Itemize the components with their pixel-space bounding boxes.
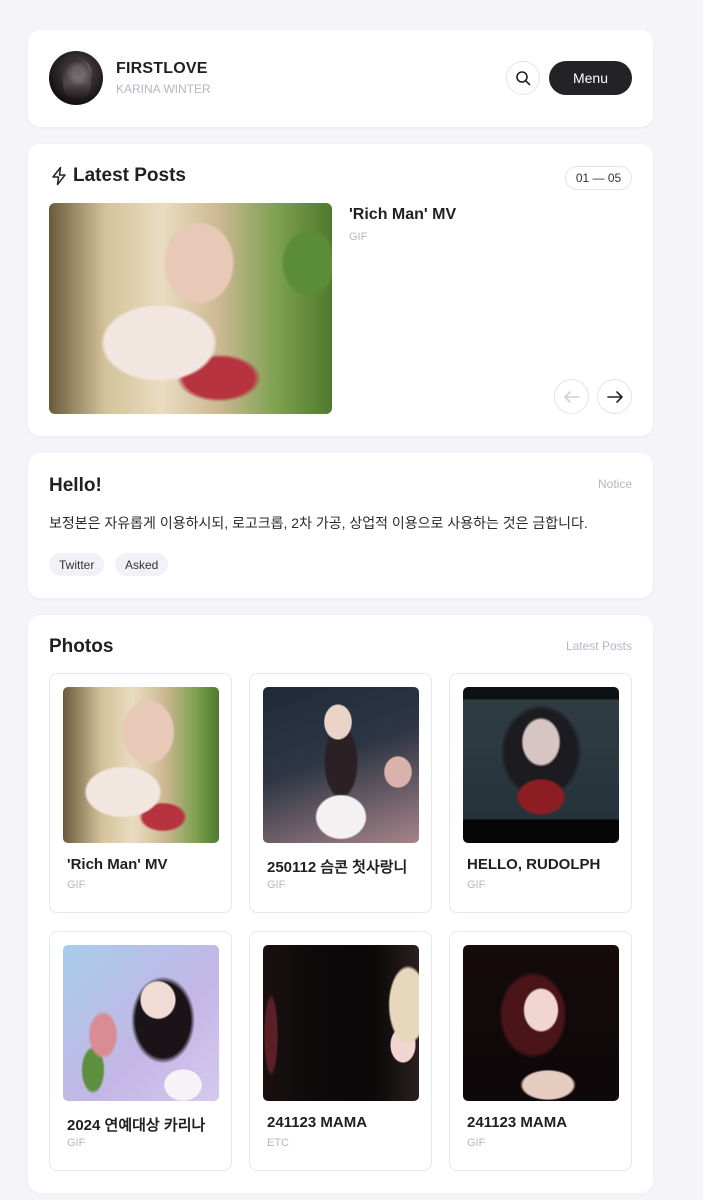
featured-post-image[interactable] — [49, 203, 332, 414]
site-title[interactable]: FIRSTLOVE — [116, 60, 208, 78]
photo-title[interactable]: 2024 연예대상 카리나 — [67, 1114, 205, 1135]
photo-thumbnail[interactable] — [63, 945, 219, 1101]
search-button[interactable] — [506, 61, 540, 95]
next-post-button[interactable] — [597, 379, 632, 414]
photo-card[interactable]: 250112 슴콘 첫사랑니 GIF — [249, 673, 432, 913]
photo-type: GIF — [267, 879, 286, 891]
photos-title: Photos — [49, 636, 114, 657]
photo-thumbnail[interactable] — [63, 687, 219, 843]
photo-card[interactable]: 241123 MAMA GIF — [449, 931, 632, 1171]
photo-card[interactable]: 2024 연예대상 카리나 GIF — [49, 931, 232, 1171]
prev-post-button[interactable] — [554, 379, 589, 414]
photo-type: GIF — [467, 879, 486, 891]
site-header: FIRSTLOVE KARINA WINTER Menu — [28, 30, 653, 127]
photo-title[interactable]: 'Rich Man' MV — [67, 856, 167, 873]
latest-posts-link[interactable]: Latest Posts — [566, 639, 632, 653]
photo-thumbnail[interactable] — [263, 687, 419, 843]
latest-posts-title: Latest Posts — [73, 165, 186, 186]
notice-section: Hello! Notice 보정본은 자유롭게 이용하시되, 로고크롭, 2차 … — [28, 453, 653, 598]
photo-thumbnail[interactable] — [463, 945, 619, 1101]
menu-button[interactable]: Menu — [549, 61, 632, 95]
photo-title[interactable]: 241123 MAMA — [267, 1114, 367, 1131]
photos-section: Photos Latest Posts 'Rich Man' MV GIF 25… — [28, 615, 653, 1193]
photo-card[interactable]: 'Rich Man' MV GIF — [49, 673, 232, 913]
notice-title: Hello! — [49, 475, 102, 496]
featured-post-type: GIF — [349, 231, 368, 243]
photo-title[interactable]: 241123 MAMA — [467, 1114, 567, 1131]
photo-title[interactable]: HELLO, RUDOLPH — [467, 856, 600, 873]
photo-type: GIF — [467, 1137, 486, 1149]
photo-thumbnail[interactable] — [463, 687, 619, 843]
notice-label[interactable]: Notice — [598, 477, 632, 491]
avatar[interactable] — [49, 51, 103, 105]
photo-title[interactable]: 250112 슴콘 첫사랑니 — [267, 856, 407, 877]
arrow-right-icon — [606, 390, 623, 403]
notice-body: 보정본은 자유롭게 이용하시되, 로고크롭, 2차 가공, 상업적 이용으로 사… — [49, 515, 588, 531]
tag-asked[interactable]: Asked — [115, 553, 169, 576]
site-subtitle: KARINA WINTER — [116, 82, 211, 96]
featured-post-title[interactable]: 'Rich Man' MV — [349, 206, 456, 224]
photo-thumbnail[interactable] — [263, 945, 419, 1101]
lightning-bolt-icon — [52, 166, 66, 186]
photo-type: GIF — [67, 1137, 86, 1149]
arrow-left-icon — [563, 390, 580, 403]
photo-card[interactable]: HELLO, RUDOLPH GIF — [449, 673, 632, 913]
photo-type: GIF — [67, 879, 86, 891]
tag-twitter[interactable]: Twitter — [49, 553, 105, 576]
photo-card[interactable]: 241123 MAMA ETC — [249, 931, 432, 1171]
post-range-badge: 01 — 05 — [565, 166, 632, 190]
latest-posts-section: Latest Posts 01 — 05 'Rich Man' MV GIF — [28, 144, 653, 436]
photo-type: ETC — [267, 1137, 289, 1149]
search-icon — [516, 71, 531, 86]
